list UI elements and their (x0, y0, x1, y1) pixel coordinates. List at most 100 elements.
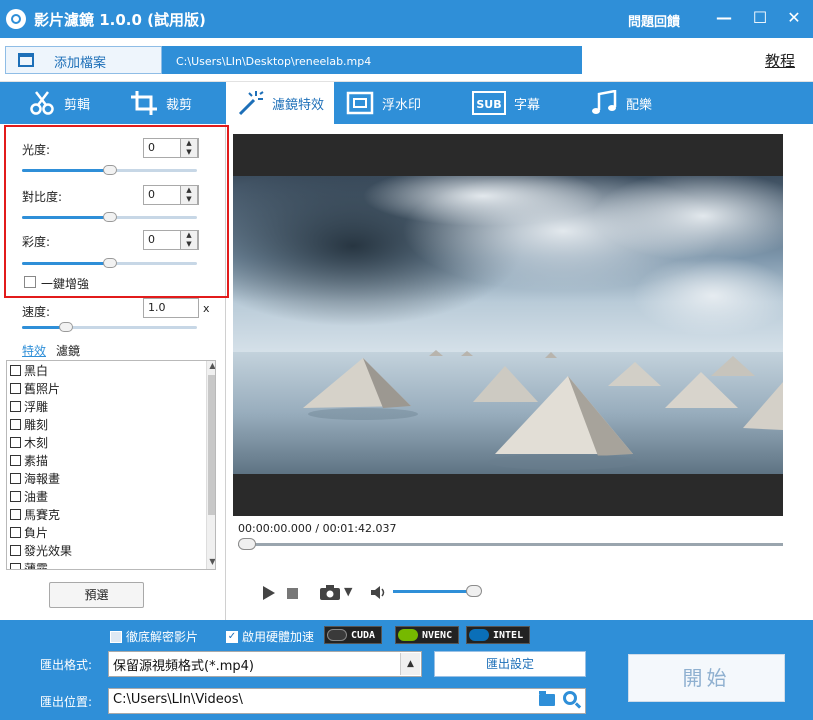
effect-item[interactable]: 油畫 (7, 487, 215, 505)
effect-item[interactable]: 舊照片 (7, 379, 215, 397)
brightness-slider-fill (22, 169, 110, 172)
format-select[interactable]: 保留源視頻格式(*.mp4) (108, 651, 422, 677)
effect-checkbox[interactable] (10, 364, 21, 376)
volume-slider[interactable] (393, 590, 474, 593)
effect-checkbox[interactable] (10, 526, 21, 538)
effect-label: 素描 (24, 453, 49, 468)
effect-item[interactable]: 薄霧 (7, 559, 215, 569)
effect-item[interactable]: 馬賽克 (7, 505, 215, 523)
hw-accel-checkbox[interactable]: ✓ (226, 630, 238, 643)
location-label: 匯出位置: (40, 695, 93, 709)
start-button[interactable]: 開始 (628, 654, 785, 702)
saturation-spinner[interactable]: ▲ ▼ (180, 230, 198, 250)
brightness-slider-knob[interactable] (102, 165, 117, 175)
tab-effects[interactable]: 特效 (22, 342, 46, 359)
badge-label: CUDA (351, 629, 376, 641)
folder-icon[interactable] (539, 691, 555, 706)
camera-dropdown-icon[interactable]: ▼ (344, 585, 352, 598)
contrast-slider-knob[interactable] (102, 212, 117, 222)
effect-checkbox[interactable] (10, 472, 21, 484)
effect-item[interactable]: 負片 (7, 523, 215, 541)
effect-checkbox[interactable] (10, 400, 21, 412)
preset-button[interactable]: 預選 (49, 582, 144, 608)
tab-music[interactable]: 配樂 (580, 82, 662, 124)
contrast-spinner[interactable]: ▲ ▼ (180, 185, 198, 205)
effect-checkbox[interactable] (10, 562, 21, 569)
effect-checkbox[interactable] (10, 418, 21, 430)
play-icon[interactable] (262, 586, 276, 600)
effect-item[interactable]: 浮雕 (7, 397, 215, 415)
speed-slider-knob[interactable] (58, 322, 73, 332)
volume-icon[interactable] (371, 586, 387, 599)
add-file-button[interactable]: 添加檔案 (5, 46, 162, 74)
effect-checkbox[interactable] (10, 454, 21, 466)
effect-item[interactable]: 木刻 (7, 433, 215, 451)
saturation-slider-knob[interactable] (102, 258, 117, 268)
search-icon[interactable] (563, 691, 577, 705)
brightness-label: 光度: (22, 143, 51, 157)
minimize-button[interactable]: — (712, 6, 736, 30)
video-frame-image (233, 176, 783, 474)
effect-label: 負片 (24, 525, 49, 540)
format-dropdown-icon[interactable]: ▲ (400, 653, 420, 675)
effects-scroll-thumb[interactable] (208, 375, 215, 515)
export-settings-button[interactable]: 匯出設定 (434, 651, 586, 677)
effect-item[interactable]: 發光效果 (7, 541, 215, 559)
nvenc-badge: NVENC (395, 626, 460, 644)
effects-list: 黑白舊照片浮雕 雕刻 木刻素描 海報畫油畫 馬賽克負片發光效果 薄霧 ▲ ▼ (6, 360, 216, 570)
scroll-up-icon[interactable]: ▲ (208, 361, 215, 370)
subtitle-icon: SUB (472, 91, 506, 115)
enhance-label: 一鍵增強 (41, 277, 90, 291)
effect-label: 油畫 (24, 489, 49, 504)
volume-knob[interactable] (466, 585, 482, 597)
timeline-track[interactable] (238, 543, 783, 546)
tab-crop[interactable]: 裁剪 (120, 82, 202, 124)
location-input[interactable]: C:\Users\LIn\Videos\ (108, 688, 586, 714)
speed-label: 速度: (22, 305, 51, 319)
close-button[interactable]: ✕ (782, 6, 806, 30)
enhance-checkbox[interactable] (24, 276, 36, 288)
maximize-button[interactable]: ☐ (748, 6, 772, 30)
effect-checkbox[interactable] (10, 490, 21, 502)
speed-input[interactable]: 1.0 (143, 298, 199, 318)
effect-checkbox[interactable] (10, 436, 21, 448)
saturation-label: 彩度: (22, 235, 51, 249)
effect-checkbox[interactable] (10, 544, 21, 556)
brightness-spinner[interactable]: ▲ ▼ (180, 138, 198, 158)
tab-watermark[interactable]: 浮水印 (336, 82, 431, 124)
tab-filters[interactable]: 濾鏡特效 (226, 82, 335, 124)
feedback-link[interactable]: 問題回饋 (628, 11, 680, 30)
effect-item[interactable]: 雕刻 (7, 415, 215, 433)
deinterlace-label: 徹底解密影片 (126, 630, 199, 644)
deinterlace-checkbox[interactable] (110, 630, 122, 643)
tab-label: 裁剪 (166, 97, 193, 113)
hw-accel-label: 啟用硬體加速 (242, 630, 315, 644)
effects-scrollbar[interactable]: ▲ ▼ (206, 361, 215, 569)
tab-subtitle[interactable]: SUB 字幕 (462, 82, 550, 124)
effect-checkbox[interactable] (10, 508, 21, 520)
svg-text:SUB: SUB (476, 98, 501, 111)
hw-accel-option[interactable]: ✓ 啟用硬體加速 (226, 628, 314, 645)
deinterlace-option[interactable]: 徹底解密影片 (110, 628, 198, 645)
effect-label: 發光效果 (24, 543, 73, 558)
badge-label: INTEL (493, 629, 524, 641)
cuda-badge: CUDA (324, 626, 383, 644)
effect-label: 浮雕 (24, 399, 49, 414)
camera-icon[interactable] (320, 585, 340, 600)
effect-item[interactable]: 黑白 (7, 361, 215, 379)
effect-label: 舊照片 (24, 381, 61, 396)
tab-bar: 剪輯 裁剪 濾鏡特效 浮水印 SUB 字幕 配樂 (0, 82, 813, 124)
scroll-down-icon[interactable]: ▼ (208, 557, 215, 566)
tutorial-link[interactable]: 教程 (765, 50, 795, 71)
effect-item[interactable]: 素描 (7, 451, 215, 469)
tab-filters-list[interactable]: 濾鏡 (56, 342, 80, 359)
playback-time: 00:00:00.000 / 00:01:42.037 (238, 522, 397, 535)
speed-slider[interactable] (22, 326, 197, 329)
effect-item[interactable]: 海報畫 (7, 469, 215, 487)
video-preview[interactable] (233, 134, 783, 516)
stop-icon[interactable] (287, 588, 298, 599)
timeline-knob[interactable] (238, 538, 256, 550)
effect-checkbox[interactable] (10, 382, 21, 394)
magic-wand-icon (238, 91, 264, 116)
tab-trim[interactable]: 剪輯 (18, 82, 100, 124)
